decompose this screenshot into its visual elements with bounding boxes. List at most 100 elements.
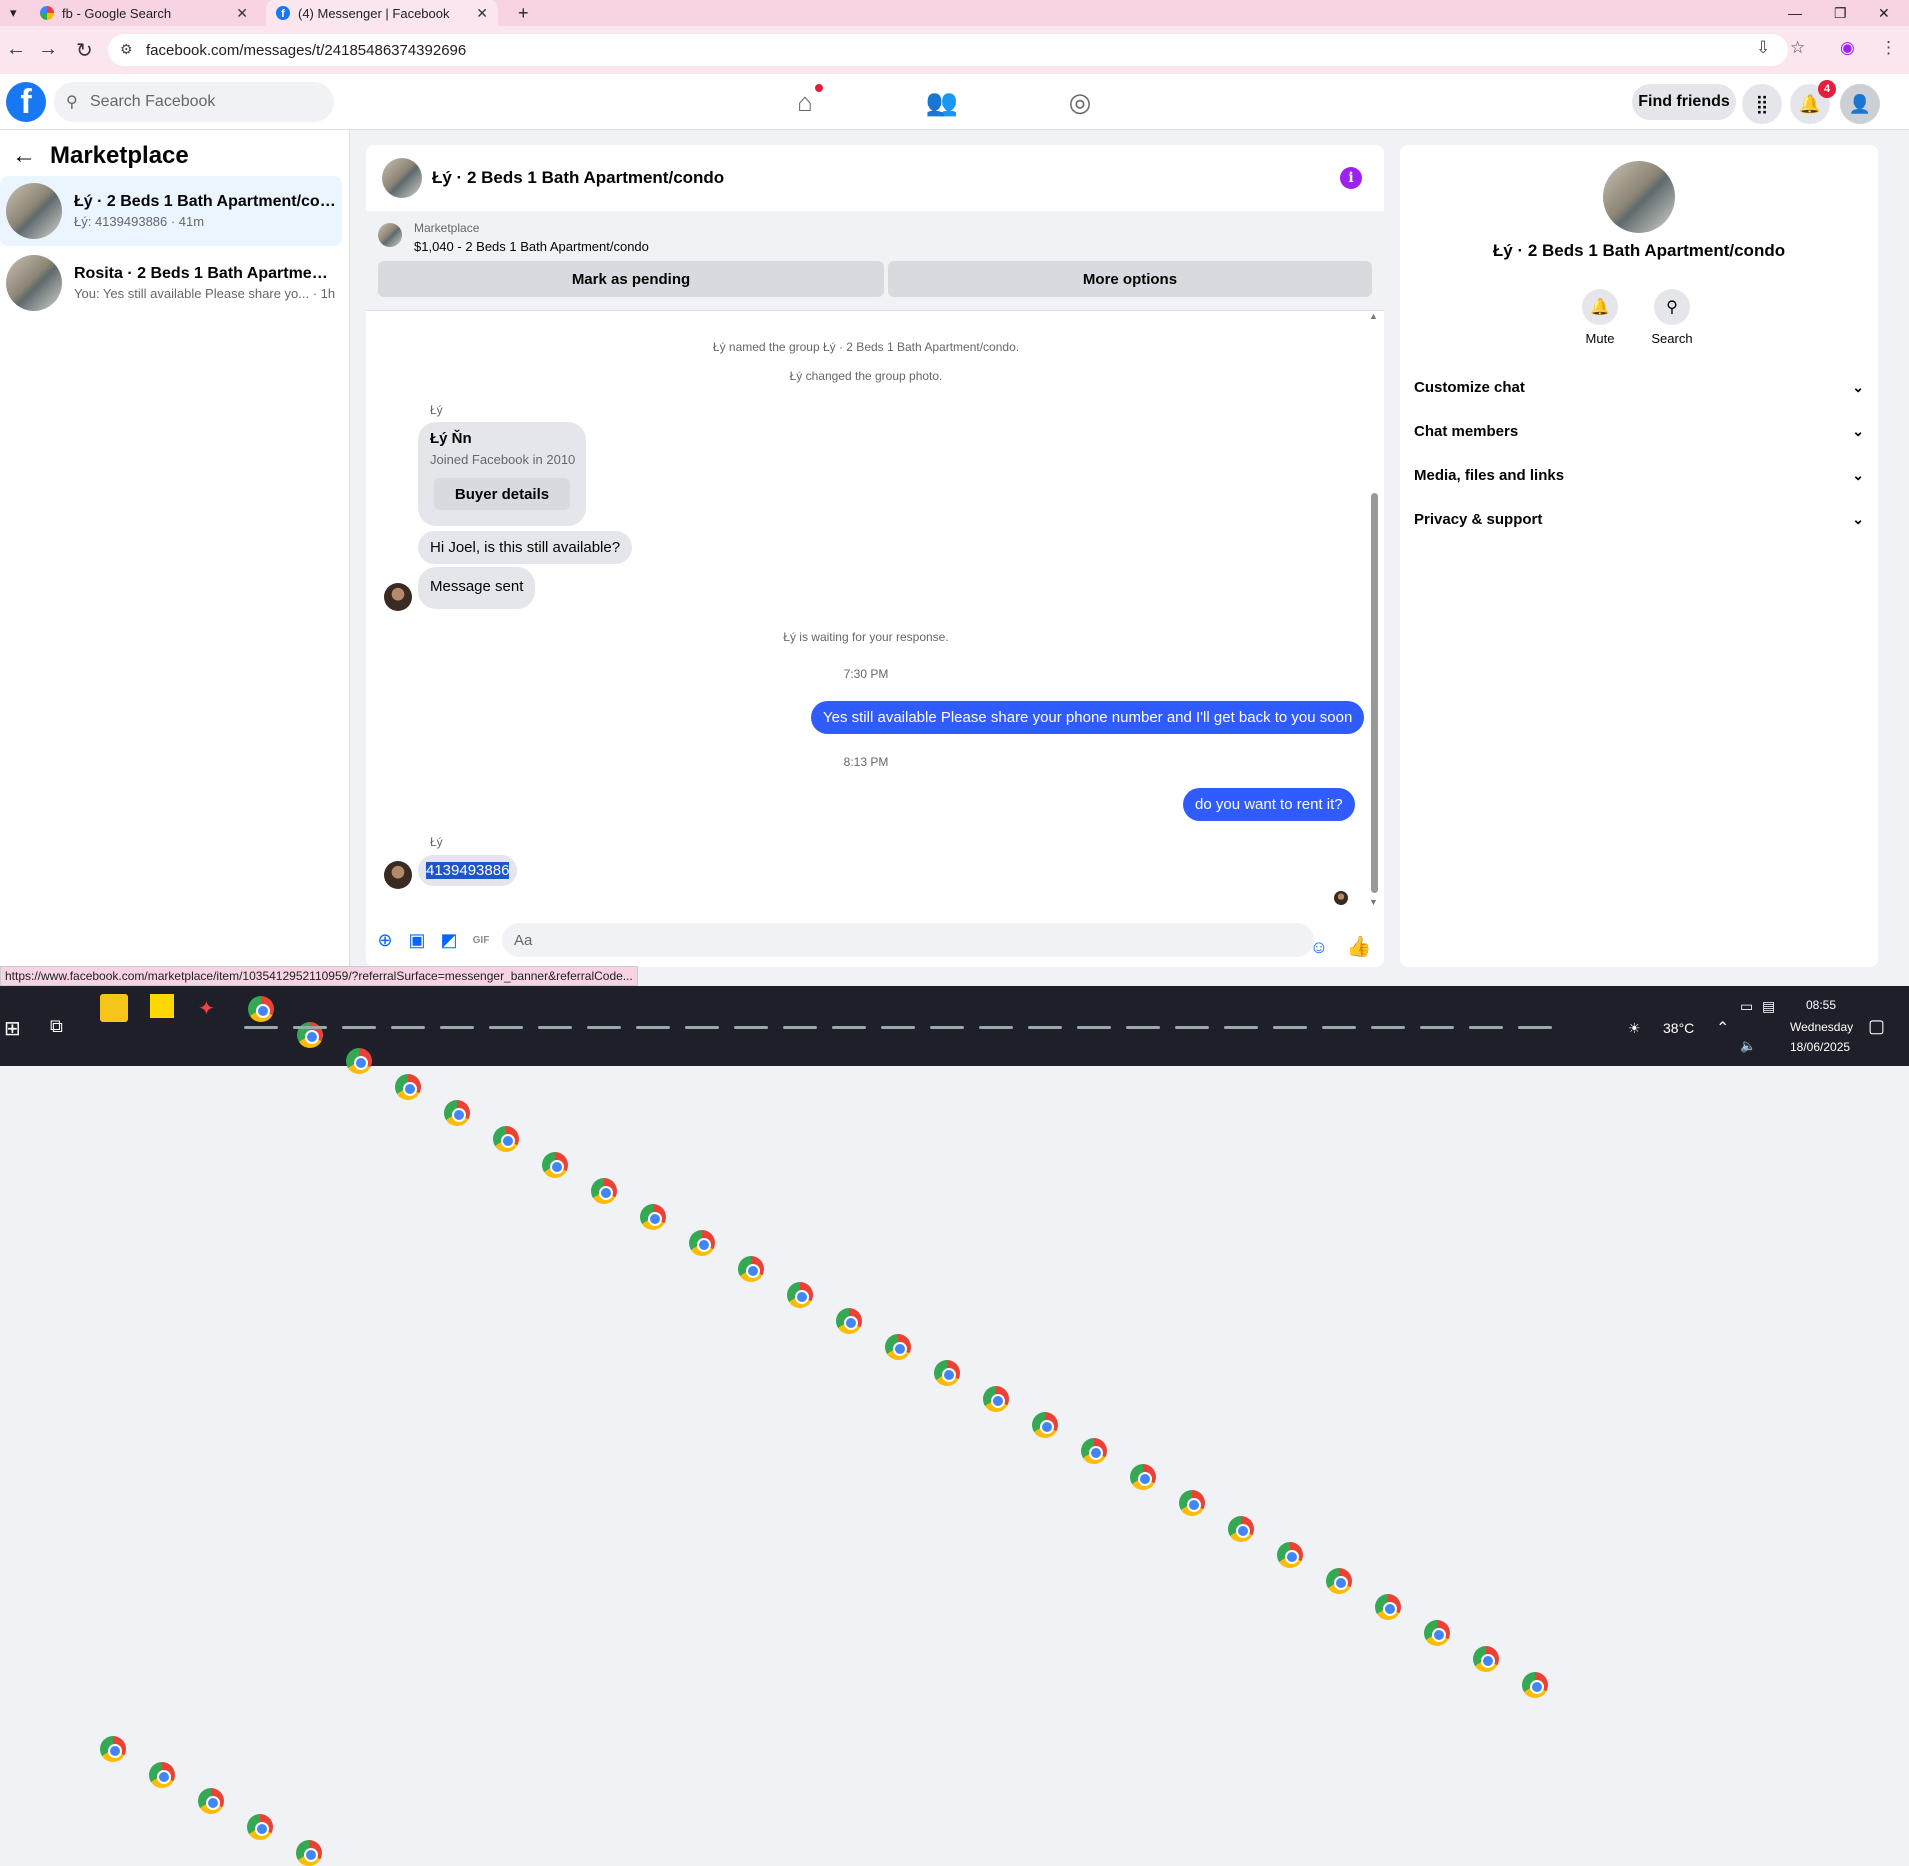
chrome-taskbar-icon[interactable]	[1179, 1490, 1205, 1516]
display-icon[interactable]: ▤	[1762, 998, 1775, 1015]
clock-time[interactable]: 08:55	[1806, 998, 1836, 1012]
chrome-taskbar-icon[interactable]	[542, 1152, 568, 1178]
media-files-links-row[interactable]: Media, files and links ⌄	[1414, 457, 1864, 493]
search-facebook-input[interactable]: ⚲ Search Facebook	[54, 82, 334, 122]
sticker-icon[interactable]: ◩	[438, 929, 460, 951]
scroll-up-arrow-icon[interactable]: ▲	[1369, 311, 1378, 321]
install-icon[interactable]: ⇩	[1756, 38, 1770, 58]
search-chat-button[interactable]: ⚲ Search	[1642, 289, 1702, 346]
chrome-taskbar-icon[interactable]	[738, 1256, 764, 1282]
incoming-message[interactable]: Hi Joel, is this still available?	[418, 531, 633, 564]
chrome-taskbar-icon[interactable]	[1522, 1672, 1548, 1698]
chrome-taskbar-icon[interactable]	[1326, 1568, 1352, 1594]
restore-icon[interactable]: ❐	[1834, 0, 1847, 26]
weather-icon[interactable]: ☀	[1628, 1020, 1641, 1037]
chrome-taskbar-icon[interactable]	[395, 1074, 421, 1100]
scroll-down-arrow-icon[interactable]: ▼	[1369, 897, 1378, 907]
file-explorer-icon[interactable]	[100, 994, 128, 1022]
site-settings-icon[interactable]: ⚙	[120, 41, 133, 58]
gif-icon[interactable]: GIF	[470, 929, 492, 951]
chrome-taskbar-icon[interactable]	[1228, 1516, 1254, 1542]
chrome-taskbar-icon[interactable]	[247, 1814, 273, 1840]
privacy-support-row[interactable]: Privacy & support ⌄	[1414, 501, 1864, 537]
chrome-taskbar-icon[interactable]	[1424, 1620, 1450, 1646]
customize-chat-row[interactable]: Customize chat ⌄	[1414, 369, 1864, 405]
back-arrow-icon[interactable]: ←	[12, 142, 36, 170]
chrome-taskbar-icon[interactable]	[100, 1736, 126, 1762]
groups-icon[interactable]: ◎	[1060, 84, 1100, 120]
chat-scrollbar[interactable]: ▲ ▼	[1366, 311, 1382, 907]
chrome-taskbar-icon[interactable]	[640, 1204, 666, 1230]
tab-messenger[interactable]: f (4) Messenger | Facebook ✕	[266, 0, 498, 26]
tray-chevron-icon[interactable]: ⌃	[1716, 1018, 1729, 1038]
chrome-taskbar-icon[interactable]	[248, 996, 274, 1022]
scroll-thumb[interactable]	[1371, 493, 1378, 893]
close-window-icon[interactable]: ✕	[1878, 0, 1890, 26]
chat-thumbnail[interactable]	[382, 158, 422, 198]
bookmark-star-icon[interactable]: ☆	[1790, 38, 1805, 58]
close-icon[interactable]: ✕	[476, 5, 488, 22]
thumbs-up-icon[interactable]: 👍	[1347, 935, 1372, 958]
sticky-notes-icon[interactable]	[150, 994, 174, 1018]
conversation-item[interactable]: Łý · 2 Beds 1 Bath Apartment/condo Łý: 4…	[0, 176, 342, 246]
new-tab-button[interactable]: +	[508, 0, 539, 26]
chrome-taskbar-icon[interactable]	[1375, 1594, 1401, 1620]
outgoing-message[interactable]: Yes still available Please share your ph…	[811, 701, 1365, 734]
url-input[interactable]: ⚙ facebook.com/messages/t/24185486374392…	[108, 34, 1788, 66]
clock-day[interactable]: Wednesday	[1790, 1020, 1853, 1034]
chrome-taskbar-icon[interactable]	[836, 1308, 862, 1334]
chrome-taskbar-icon[interactable]	[934, 1360, 960, 1386]
mark-as-pending-button[interactable]: Mark as pending	[378, 261, 884, 297]
listing-thumbnail[interactable]	[378, 223, 402, 247]
banner-listing[interactable]: $1,040 - 2 Beds 1 Bath Apartment/condo	[414, 239, 649, 254]
network-icon[interactable]: ▭	[1740, 998, 1753, 1015]
chrome-taskbar-icon[interactable]	[885, 1334, 911, 1360]
chrome-taskbar-icon[interactable]	[1130, 1464, 1156, 1490]
chat-members-row[interactable]: Chat members ⌄	[1414, 413, 1864, 449]
minimize-icon[interactable]: —	[1788, 0, 1802, 26]
tab-google-search[interactable]: fb - Google Search ✕	[30, 0, 258, 26]
chrome-taskbar-icon[interactable]	[1277, 1542, 1303, 1568]
chrome-taskbar-icon[interactable]	[1032, 1412, 1058, 1438]
sender-avatar[interactable]	[384, 583, 412, 611]
forward-icon[interactable]: →	[38, 38, 58, 61]
notification-center-icon[interactable]: ▢	[1868, 1016, 1885, 1037]
home-icon[interactable]: ⌂	[785, 84, 825, 120]
add-plus-icon[interactable]: ⊕	[374, 929, 396, 951]
account-avatar[interactable]: 👤	[1840, 84, 1880, 124]
incoming-message[interactable]: 4139493886	[418, 855, 518, 886]
chrome-taskbar-icon[interactable]	[149, 1762, 175, 1788]
clock-date[interactable]: 18/06/2025	[1790, 1040, 1850, 1054]
chrome-taskbar-icon[interactable]	[296, 1840, 322, 1866]
profile-icon[interactable]: ◉	[1840, 38, 1855, 58]
chrome-taskbar-icon[interactable]	[689, 1230, 715, 1256]
chrome-taskbar-icon[interactable]	[444, 1100, 470, 1126]
outgoing-message[interactable]: do you want to rent it?	[1183, 788, 1355, 821]
chrome-taskbar-icon[interactable]	[1473, 1646, 1499, 1672]
emoji-icon[interactable]: ☺	[1308, 936, 1330, 958]
tab-search-dropdown[interactable]: ▾	[0, 0, 20, 26]
more-options-button[interactable]: More options	[888, 261, 1372, 297]
reload-icon[interactable]: ↻	[76, 38, 93, 63]
photo-icon[interactable]: ▣	[406, 929, 428, 951]
windows-start-icon[interactable]: ⊞	[4, 1016, 32, 1044]
facebook-logo[interactable]: f	[6, 82, 46, 122]
app-icon[interactable]: ✦	[198, 996, 226, 1024]
message-input[interactable]: Aa	[502, 923, 1314, 957]
menu-kebab-icon[interactable]: ⋮	[1880, 38, 1897, 58]
volume-icon[interactable]: 🔈	[1740, 1038, 1756, 1054]
incoming-message[interactable]: Message sent	[418, 567, 536, 609]
chrome-taskbar-icon[interactable]	[346, 1048, 372, 1074]
chrome-taskbar-icon[interactable]	[983, 1386, 1009, 1412]
close-icon[interactable]: ✕	[236, 5, 248, 22]
weather-temp[interactable]: 38°C	[1663, 1020, 1694, 1036]
friends-icon[interactable]: 👥	[922, 84, 962, 120]
chrome-taskbar-icon[interactable]	[591, 1178, 617, 1204]
find-friends-button[interactable]: Find friends	[1632, 84, 1736, 120]
chrome-taskbar-icon[interactable]	[493, 1126, 519, 1152]
chat-photo[interactable]	[1603, 161, 1675, 233]
back-icon[interactable]: ←	[6, 38, 26, 61]
info-icon[interactable]: i	[1340, 167, 1362, 189]
chrome-taskbar-icon[interactable]	[198, 1788, 224, 1814]
selected-phone-number[interactable]: 4139493886	[426, 862, 510, 879]
